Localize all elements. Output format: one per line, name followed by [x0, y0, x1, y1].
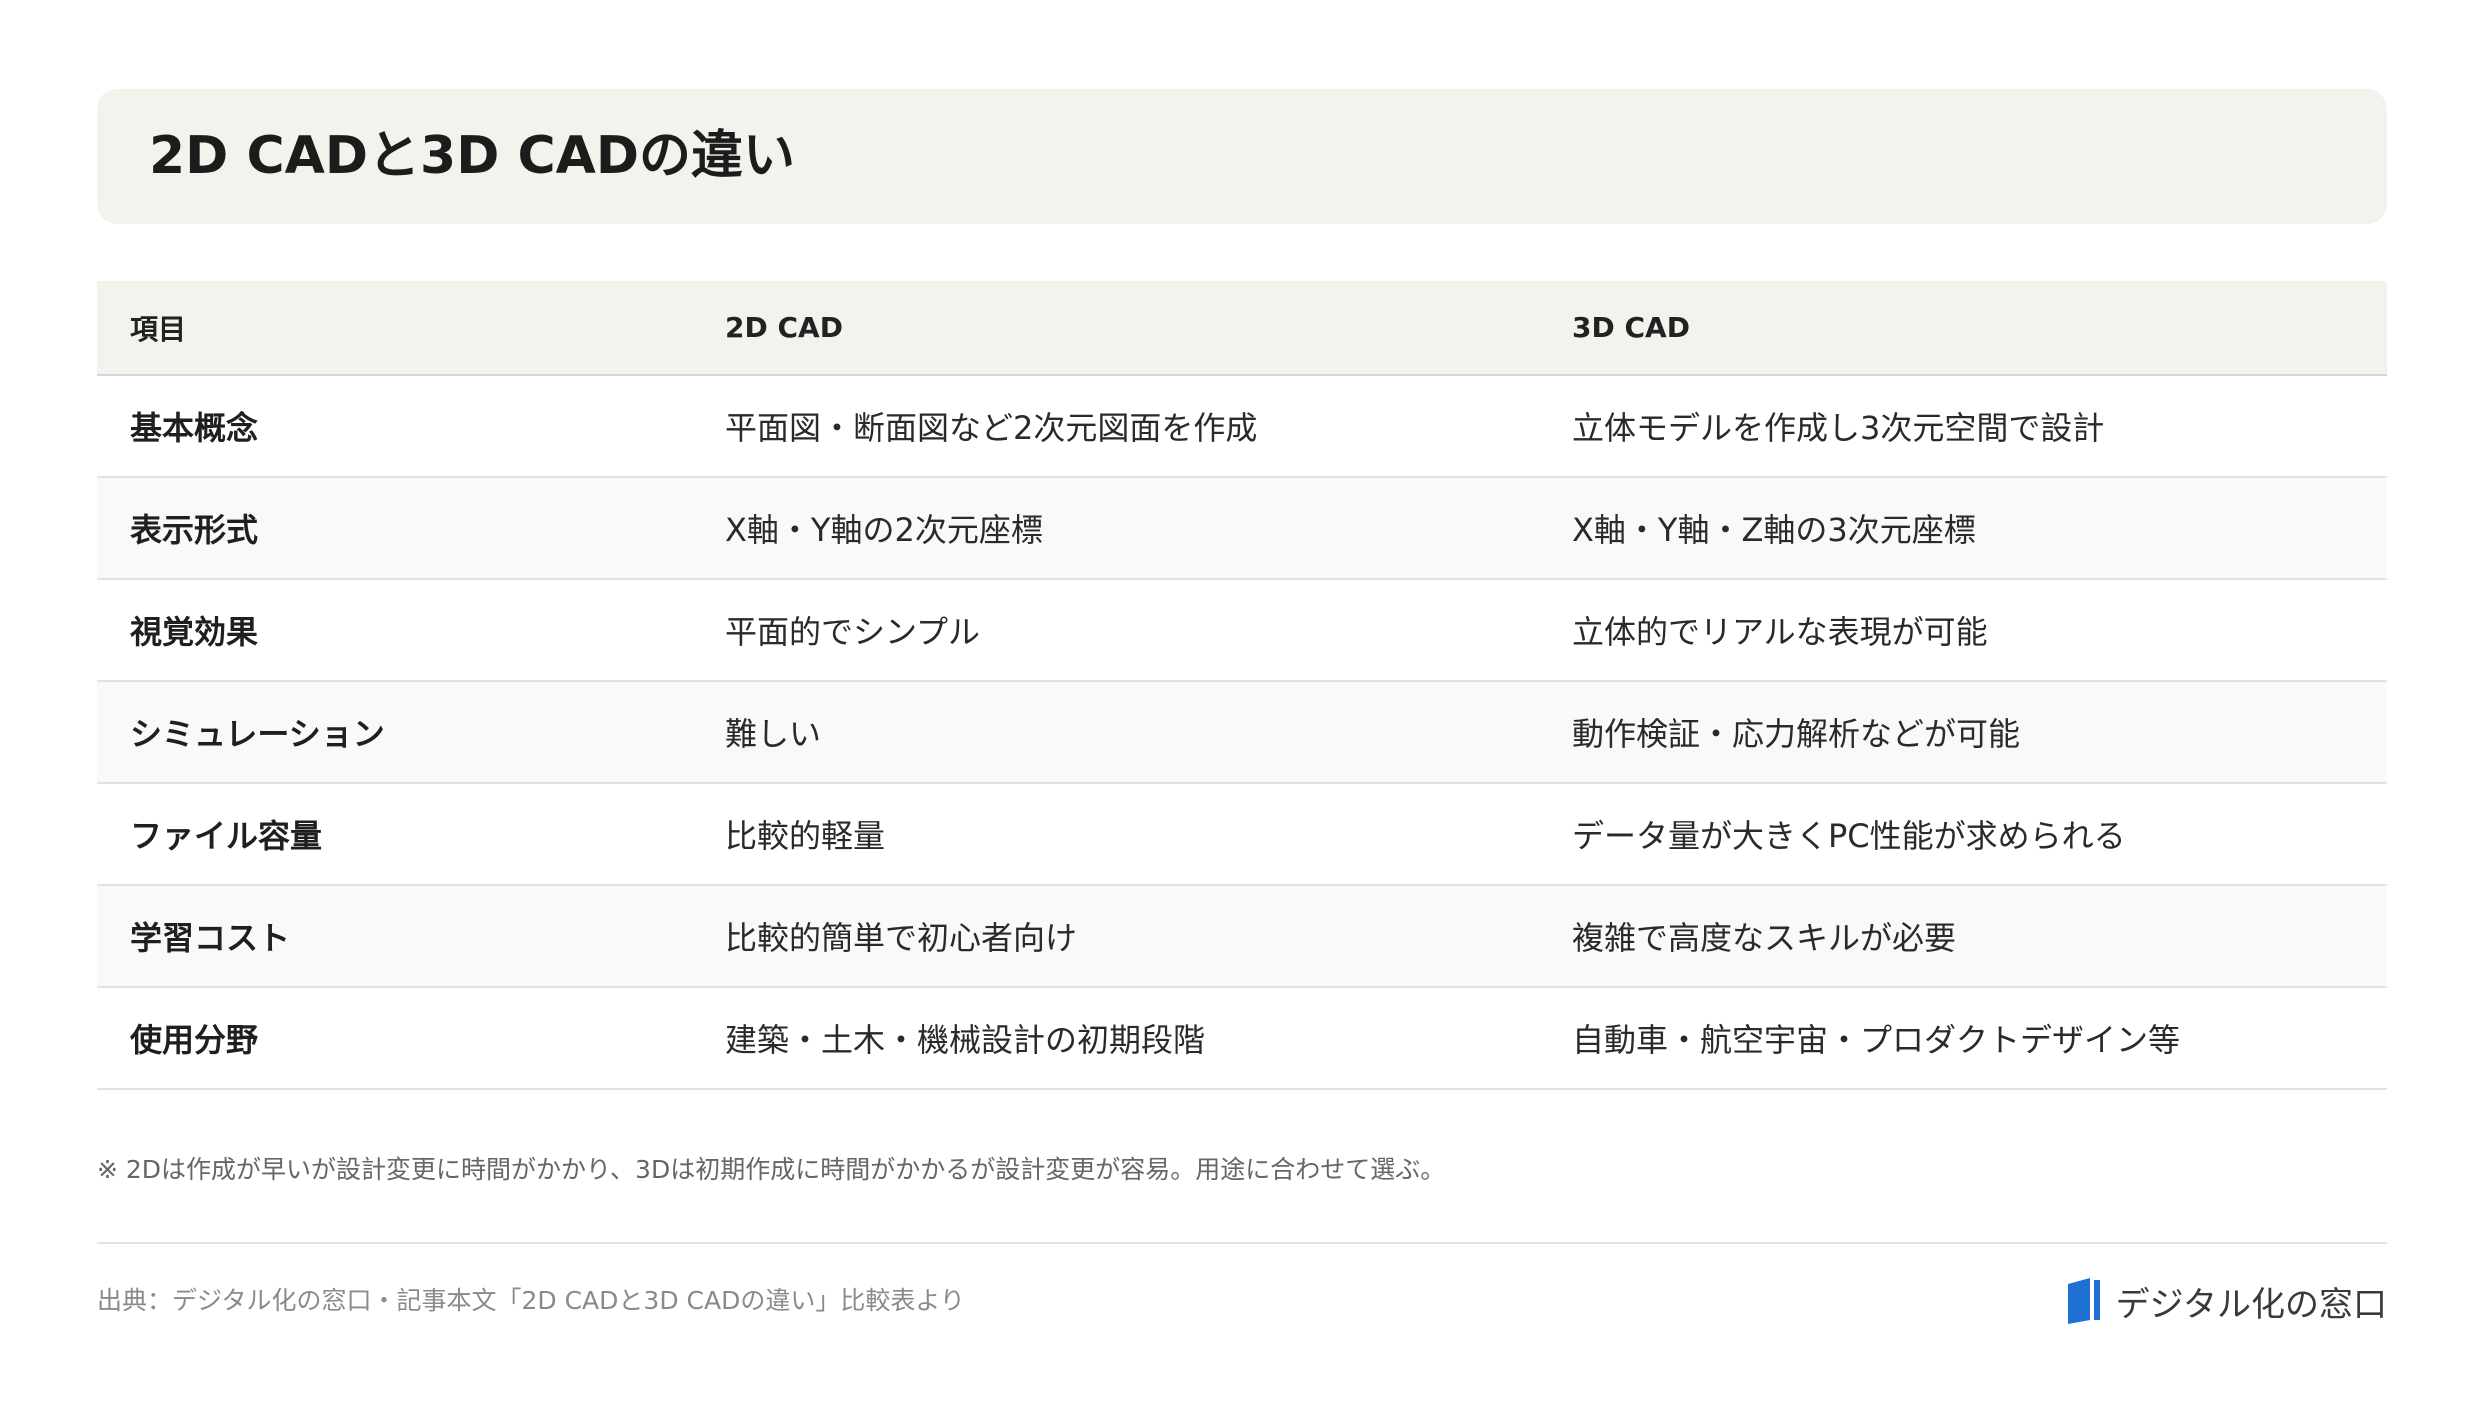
row-item: 基本概念 [130, 409, 259, 447]
table-row: 学習コスト 比較的簡単で初心者向け 複雑で高度なスキルが必要 [97, 886, 2387, 988]
table-header-row: 項目 2D CAD 3D CAD [97, 281, 2387, 376]
page: 2D CADと3D CADの違い 項目 2D CAD 3D CAD 基本概念 平… [0, 0, 2480, 1416]
row-2d-value: 建築・土木・機械設計の初期段階 [725, 1021, 1206, 1059]
row-2d-value: 比較的軽量 [725, 817, 886, 855]
title-banner: 2D CADと3D CADの違い [97, 89, 2387, 224]
row-item: シミュレーション [130, 715, 385, 753]
row-3d-value: 自動車・航空宇宙・プロダクトデザイン等 [1572, 1021, 2181, 1059]
table-row: シミュレーション 難しい 動作検証・応力解析などが可能 [97, 682, 2387, 784]
comparison-table: 項目 2D CAD 3D CAD 基本概念 平面図・断面図など2次元図面を作成 … [97, 281, 2387, 1090]
row-3d-value: データ量が大きくPC性能が求められる [1572, 817, 2126, 855]
footnote: ※ 2Dは作成が早いが設計変更に時間がかかり、3Dは初期作成に時間がかかるが設計… [97, 1155, 1446, 1184]
row-3d-value: 立体モデルを作成し3次元空間で設計 [1572, 409, 2105, 447]
brand-name: デジタル化の窓口 [2115, 1284, 2387, 1325]
table-row: 表示形式 X軸・Y軸の2次元座標 X軸・Y軸・Z軸の3次元座標 [97, 478, 2387, 580]
table-row: 使用分野 建築・土木・機械設計の初期段階 自動車・航空宇宙・プロダクトデザイン等 [97, 988, 2387, 1090]
source-citation: 出典：デジタル化の窓口・記事本文「2D CADと3D CADの違い」比較表より [97, 1286, 965, 1315]
table-row: 基本概念 平面図・断面図など2次元図面を作成 立体モデルを作成し3次元空間で設計 [97, 376, 2387, 478]
table-row: ファイル容量 比較的軽量 データ量が大きくPC性能が求められる [97, 784, 2387, 886]
row-3d-value: X軸・Y軸・Z軸の3次元座標 [1572, 511, 1976, 549]
row-item: 視覚効果 [130, 613, 259, 651]
row-3d-value: 立体的でリアルな表現が可能 [1572, 613, 1988, 651]
row-2d-value: X軸・Y軸の2次元座標 [725, 511, 1043, 549]
row-3d-value: 動作検証・応力解析などが可能 [1572, 715, 2021, 753]
row-item: ファイル容量 [130, 817, 323, 855]
header-2d-cad: 2D CAD [725, 311, 843, 344]
row-item: 使用分野 [130, 1021, 259, 1059]
row-2d-value: 難しい [725, 715, 822, 753]
row-item: 表示形式 [130, 511, 259, 549]
table-row: 視覚効果 平面的でシンプル 立体的でリアルな表現が可能 [97, 580, 2387, 682]
brand-logo: デジタル化の窓口 [2064, 1274, 2387, 1328]
row-2d-value: 平面的でシンプル [725, 613, 981, 651]
row-item: 学習コスト [130, 919, 291, 957]
footer-divider [97, 1242, 2387, 1244]
page-title: 2D CADと3D CADの違い [149, 126, 796, 186]
row-2d-value: 平面図・断面図など2次元図面を作成 [725, 409, 1258, 447]
header-3d-cad: 3D CAD [1572, 311, 1690, 344]
header-item: 項目 [130, 312, 187, 346]
row-2d-value: 比較的簡単で初心者向け [725, 919, 1078, 957]
window-logo-icon [2064, 1276, 2104, 1326]
row-3d-value: 複雑で高度なスキルが必要 [1572, 919, 1957, 957]
